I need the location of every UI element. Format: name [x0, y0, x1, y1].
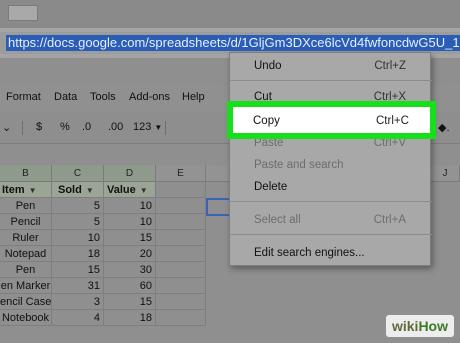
column-header-e[interactable]: E	[156, 165, 206, 182]
decrease-decimal-button[interactable]: .0	[82, 121, 91, 133]
currency-format-button[interactable]: $	[36, 121, 42, 133]
menu-item-undo[interactable]: Undo Ctrl+Z	[230, 56, 432, 76]
table-cell[interactable]	[156, 262, 206, 278]
table-cell[interactable]: en Marker	[0, 278, 52, 294]
table-cell[interactable]: 18	[104, 310, 156, 326]
table-header-value[interactable]: Value ▼	[104, 182, 156, 198]
table-header-label: Sold	[58, 184, 82, 196]
table-cell[interactable]: 10	[104, 214, 156, 230]
menu-item-select-all[interactable]: Select all Ctrl+A	[230, 210, 432, 230]
table-cell[interactable]	[156, 246, 206, 262]
table-cell[interactable]: Notepad	[0, 246, 52, 262]
menu-item-copy[interactable]: Copy Ctrl+C	[227, 101, 436, 139]
table-cell[interactable]: encil Case	[0, 294, 52, 310]
table-cell[interactable]	[156, 214, 206, 230]
increase-decimal-button[interactable]: .00	[108, 121, 123, 133]
menu-help[interactable]: Help	[182, 91, 205, 103]
more-formats-label: 123	[133, 121, 152, 133]
chevron-down-icon: ▼	[154, 123, 163, 132]
menu-divider	[230, 201, 432, 202]
table-cell[interactable]: 31	[52, 278, 104, 294]
column-header-d[interactable]: D	[104, 165, 156, 182]
table-cell[interactable]: 3	[52, 294, 104, 310]
wikihow-logo-how: How	[418, 318, 448, 334]
menu-divider	[230, 80, 432, 81]
table-cell[interactable]	[156, 310, 206, 326]
menu-item-edit-search-engines[interactable]: Edit search engines...	[230, 243, 432, 263]
url-text-selected: https://docs.google.com/spreadsheets/d/1…	[6, 35, 460, 51]
menu-item-label: Undo	[254, 60, 282, 72]
menu-item-label: Delete	[254, 181, 288, 193]
table-cell[interactable]: 5	[52, 214, 104, 230]
wikihow-logo-wiki: wiki	[391, 318, 419, 334]
table-cell[interactable]: Pen	[0, 198, 52, 214]
menu-item-delete[interactable]: Delete	[230, 177, 432, 197]
toolbar-separator	[22, 121, 23, 135]
menu-divider	[230, 234, 432, 235]
table-cell[interactable]: 10	[52, 230, 104, 246]
table-cell[interactable]	[156, 230, 206, 246]
menu-format[interactable]: Format	[6, 91, 41, 103]
toolbar-separator	[165, 121, 166, 135]
url-field[interactable]: https://docs.google.com/spreadsheets/d/1…	[0, 32, 460, 54]
table-cell[interactable]: 15	[52, 262, 104, 278]
table-cell[interactable]: Ruler	[0, 230, 52, 246]
filter-icon[interactable]: ▼	[29, 186, 37, 195]
table-cell[interactable]: 60	[104, 278, 156, 294]
menu-tools[interactable]: Tools	[90, 91, 116, 103]
table-cell[interactable]: Pen	[0, 262, 52, 278]
column-header-f[interactable]	[206, 165, 230, 182]
table-cell[interactable]: 15	[104, 230, 156, 246]
filter-icon[interactable]: ▼	[140, 186, 148, 195]
table-cell[interactable]	[156, 198, 206, 214]
menu-item-label: Select all	[254, 214, 301, 226]
menu-item-label: Edit search engines...	[254, 247, 365, 259]
column-header-j[interactable]: J	[431, 165, 460, 182]
table-header-sold[interactable]: Sold ▼	[52, 182, 104, 198]
table-cell[interactable]: 5	[52, 198, 104, 214]
menu-item-label: Copy	[253, 115, 280, 127]
table-cell[interactable]	[156, 278, 206, 294]
context-menu: Undo Ctrl+Z Cut Ctrl+X Paste Ctrl+V Past…	[229, 52, 432, 266]
wikihow-logo: wikiHow	[385, 315, 454, 337]
toolbar-overflow-icon[interactable]: ⌄	[2, 121, 11, 134]
table-cell[interactable]	[156, 294, 206, 310]
table-cell[interactable]: Pencil	[0, 214, 52, 230]
grid-cell[interactable]	[156, 182, 206, 198]
table-cell[interactable]: 30	[104, 262, 156, 278]
filter-icon[interactable]: ▼	[86, 186, 94, 195]
table-cell[interactable]: 4	[52, 310, 104, 326]
menu-add-ons[interactable]: Add-ons	[129, 91, 170, 103]
column-header-c[interactable]: C	[52, 165, 104, 182]
table-cell[interactable]: 20	[104, 246, 156, 262]
more-formats-button[interactable]: 123 ▼	[133, 121, 162, 133]
table-header-label: Value	[107, 184, 136, 196]
table-header-item[interactable]: Item ▼	[0, 182, 52, 198]
table-cell[interactable]: Notebook	[0, 310, 52, 326]
menu-item-shortcut: Ctrl+A	[373, 214, 406, 226]
table-cell[interactable]: 10	[104, 198, 156, 214]
menu-item-paste-and-search[interactable]: Paste and search	[230, 155, 432, 175]
table-header-label: Item	[2, 184, 25, 196]
menu-item-shortcut: Ctrl+Z	[374, 60, 406, 72]
fill-color-icon[interactable]: ◆.	[438, 121, 450, 134]
menu-item-shortcut: Ctrl+C	[376, 115, 409, 127]
browser-tabstrip	[0, 0, 460, 28]
table-cell[interactable]: 18	[52, 246, 104, 262]
menu-data[interactable]: Data	[54, 91, 77, 103]
menu-item-label: Paste and search	[254, 159, 344, 171]
percent-format-button[interactable]: %	[60, 121, 70, 133]
browser-tab[interactable]	[8, 5, 38, 21]
column-header-b[interactable]: B	[0, 165, 52, 182]
table-cell[interactable]: 15	[104, 294, 156, 310]
